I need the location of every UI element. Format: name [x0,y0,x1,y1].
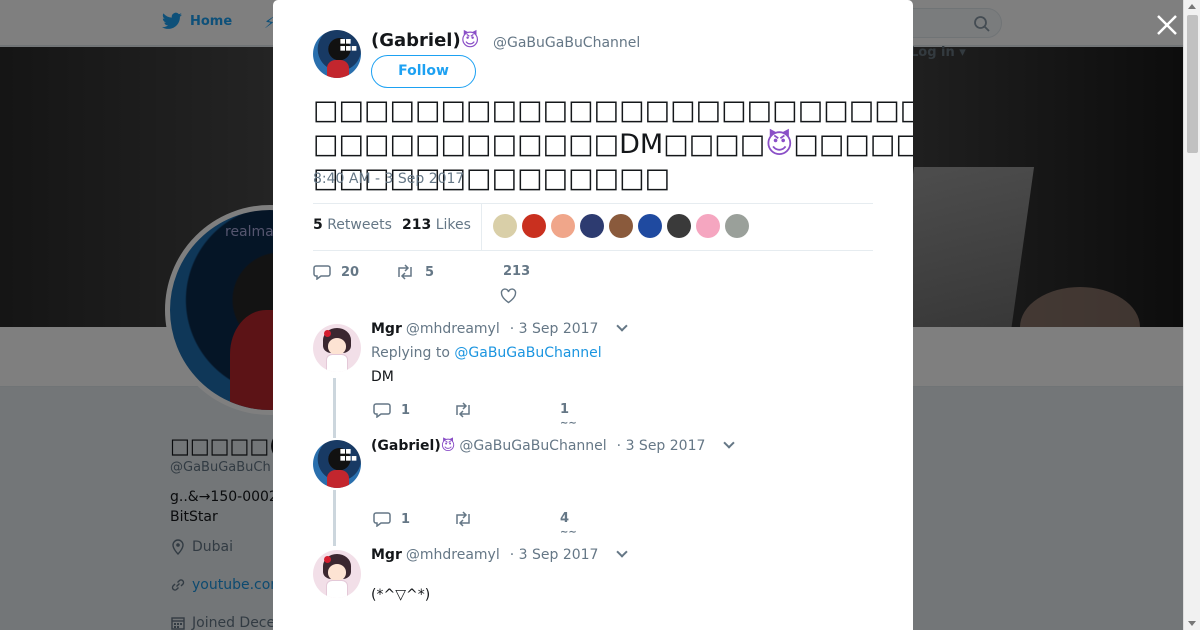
likes-label: Likes [435,217,471,233]
scroll-down-arrow-icon[interactable] [1188,621,1196,626]
reply-action[interactable]: 1 [373,402,410,418]
avatar-jacket [327,60,349,78]
replying-to: Replying to @GaBuGaBuChannel [371,345,602,361]
tweet-author-name[interactable]: (Gabriel)😈 [371,30,479,51]
replying-to-prefix: Replying to [371,345,450,361]
reply-count: 1 [401,511,411,527]
like-action[interactable]: 1 [560,402,569,417]
scroll-up-arrow-icon[interactable] [1188,4,1196,9]
scrollbar-thumb[interactable] [1187,15,1198,153]
liker-avatar[interactable] [725,214,749,238]
tweet-author-handle[interactable]: @GaBuGaBuChannel [493,35,640,51]
reply-avatar[interactable]: ■■ ■■■ [313,440,361,488]
liker-avatar[interactable] [638,214,662,238]
tweet-author-avatar[interactable]: ■■ ■■■ [313,30,361,78]
reply-header: Mgr @mhdreamyl · 3 Sep 2017 [371,320,629,337]
liker-avatar[interactable] [696,214,720,238]
reply-action[interactable]: 20 [313,264,359,280]
reply-header: Mgr @mhdreamyl · 3 Sep 2017 [371,546,629,563]
stats-divider [481,204,482,250]
retweet-action[interactable] [453,402,473,418]
liker-avatar[interactable] [493,214,517,238]
reply-author-name[interactable]: Mgr [371,547,402,563]
reply-date[interactable]: · 3 Sep 2017 [510,321,599,337]
reply-date[interactable]: · 3 Sep 2017 [510,547,599,563]
likes-count: 213 [402,217,432,233]
liker-avatar[interactable] [522,214,546,238]
tweet-modal: ■■ ■■■ (Gabriel)😈 @GaBuGaBuChannel Follow… [273,0,913,630]
reply-avatar[interactable] [313,324,361,372]
heart-icon[interactable]: ∼∼ [560,527,577,538]
avatar-dress [326,579,348,598]
retweet-icon [398,264,412,280]
like-action[interactable]: 4 [560,511,569,526]
heart-icon[interactable]: ∼∼ [560,418,577,429]
reply-text: (*^▽^*) [371,587,431,603]
like-count: 4 [560,511,570,526]
liker-avatar[interactable] [580,214,604,238]
reply-author-handle[interactable]: @mhdreamyl [406,321,500,337]
avatar-logo: ■■ ■■■ [339,447,357,462]
reply-author-handle[interactable]: @mhdreamyl [406,547,500,563]
reply-count: 1 [401,402,411,418]
reply-author-handle[interactable]: @GaBuGaBuChannel [459,438,606,454]
replying-to-handle[interactable]: @GaBuGaBuChannel [454,345,601,361]
like-action[interactable]: 213 [503,264,530,279]
page-scrollbar[interactable] [1183,0,1200,630]
reply-icon [373,403,391,418]
avatar-face [327,564,347,581]
reply-avatar[interactable] [313,550,361,598]
like-count: 1 [560,402,570,417]
devil-emoji-icon: 😈 [765,129,794,160]
reply-icon [313,265,331,280]
chevron-down-icon[interactable] [723,437,736,449]
heart-icon[interactable] [500,288,517,304]
follow-button[interactable]: Follow [371,55,476,88]
retweets-label: Retweets [327,217,392,233]
thread-line [333,490,336,546]
avatar-jacket [327,470,349,488]
likers-avatars [493,214,749,238]
avatar-dress [326,353,348,372]
retweet-icon [456,511,470,527]
liker-avatar[interactable] [551,214,575,238]
liker-avatar[interactable] [667,214,691,238]
avatar-logo: ■■ ■■■ [339,37,357,52]
devil-emoji-icon: 😈 [440,438,456,454]
reply-count: 20 [341,264,360,280]
devil-emoji-icon: 😈 [460,30,480,51]
tweet-text-line1: □□□□□□□□□□□□□□□□□□□□□□□□□□ [313,95,913,126]
retweet-icon [456,402,470,418]
tweet-author-name-text: (Gabriel) [371,30,461,51]
reply-text: DM [371,369,394,385]
reply-author-name[interactable]: (Gabriel)😈 [371,438,455,454]
close-icon[interactable] [1154,12,1180,38]
like-count: 213 [503,264,531,279]
tweet-timestamp[interactable]: 8:40 AM - 3 Sep 2017 [313,171,464,187]
avatar-face [327,338,347,355]
liker-avatar[interactable] [609,214,633,238]
reply-date[interactable]: · 3 Sep 2017 [617,438,706,454]
retweet-count: 5 [425,264,435,280]
tweet-text-line2-a: □□□□□□□□□□□□DM□□□□ [313,129,766,160]
reply-author-name[interactable]: Mgr [371,321,402,337]
reply-header: (Gabriel)😈 @GaBuGaBuChannel · 3 Sep 2017 [371,437,736,454]
chevron-down-icon[interactable] [616,320,629,332]
retweet-action[interactable] [453,511,473,527]
retweet-action[interactable]: 5 [395,264,434,280]
reply-author-name-text: (Gabriel) [371,438,441,454]
chevron-down-icon[interactable] [616,546,629,558]
retweets-count: 5 [313,217,323,233]
reply-icon [373,512,391,527]
reply-action[interactable]: 1 [373,511,410,527]
retweets-stat[interactable]: 5 Retweets [313,217,392,233]
thread-line [333,378,336,438]
likes-stat[interactable]: 213 Likes [402,217,471,233]
tweet-stats: 5 Retweets 213 Likes [313,203,873,251]
